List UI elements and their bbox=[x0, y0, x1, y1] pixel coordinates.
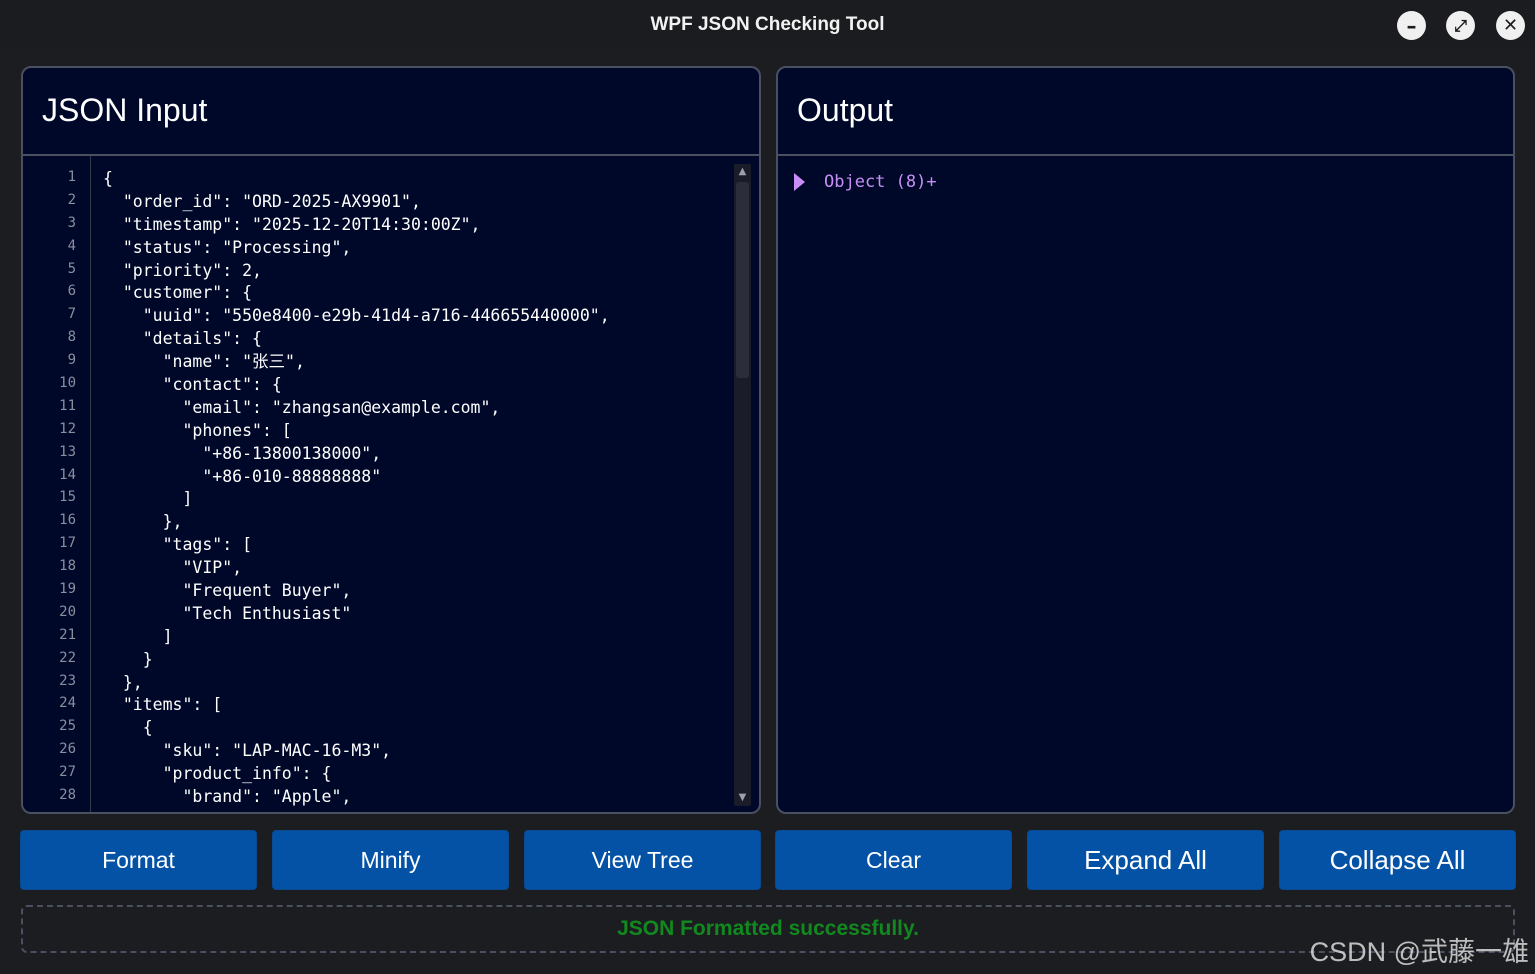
line-number: 14 bbox=[59, 466, 76, 483]
code-line: ] bbox=[103, 626, 173, 646]
json-input-panel: JSON Input 1 2 3 4 5 6 7 8 9 10 11 12 13 14 15 16 17 18 19… bbox=[21, 66, 761, 814]
line-number: 4 bbox=[67, 237, 76, 254]
code-line: "+86-13800138000", bbox=[103, 443, 382, 463]
expand-all-button[interactable]: Expand All bbox=[1027, 830, 1264, 890]
code-line: "contact": { bbox=[103, 375, 282, 395]
json-text-area[interactable]: { "order_id": "ORD-2025-AX9901", "timest… bbox=[91, 156, 759, 812]
close-icon[interactable]: ✕ bbox=[1496, 11, 1525, 40]
code-line: } bbox=[103, 649, 153, 669]
code-line: { bbox=[103, 718, 153, 738]
status-bar: JSON Formatted successfully. bbox=[21, 905, 1515, 953]
line-number: 6 bbox=[67, 283, 76, 300]
line-number: 8 bbox=[67, 329, 76, 346]
line-number: 5 bbox=[67, 260, 76, 277]
line-number: 21 bbox=[59, 626, 76, 643]
watermark: CSDN @武藤一雄 bbox=[1309, 937, 1529, 967]
view-tree-button[interactable]: View Tree bbox=[524, 830, 761, 890]
code-line: "uuid": "550e8400-e29b-41d4-a716-4466554… bbox=[103, 306, 610, 326]
clear-button[interactable]: Clear bbox=[775, 830, 1012, 890]
status-message: JSON Formatted successfully. bbox=[617, 917, 919, 940]
output-title: Output bbox=[778, 68, 1513, 156]
line-number: 9 bbox=[67, 352, 76, 369]
code-line: "Frequent Buyer", bbox=[103, 581, 352, 601]
line-number: 18 bbox=[59, 558, 76, 575]
code-line: "items": [ bbox=[103, 695, 223, 715]
code-line: "sku": "LAP-MAC-16-M3", bbox=[103, 741, 392, 761]
line-number: 10 bbox=[59, 375, 76, 392]
line-number: 28 bbox=[59, 787, 76, 804]
line-number: 17 bbox=[59, 535, 76, 552]
line-number: 16 bbox=[59, 512, 76, 529]
code-line: "Tech Enthusiast" bbox=[103, 603, 352, 623]
line-number: 19 bbox=[59, 581, 76, 598]
vertical-scrollbar[interactable]: ▲ ▼ bbox=[734, 164, 751, 806]
minimize-icon[interactable]: – bbox=[1397, 11, 1426, 40]
json-input-title: JSON Input bbox=[23, 68, 759, 156]
code-line: "brand": "Apple", bbox=[103, 787, 352, 807]
line-number: 13 bbox=[59, 443, 76, 460]
maximize-icon[interactable]: ⤢ bbox=[1446, 11, 1475, 40]
scroll-down-icon[interactable]: ▼ bbox=[734, 790, 751, 806]
line-number: 15 bbox=[59, 489, 76, 506]
code-line: ] bbox=[103, 489, 193, 509]
code-line: { bbox=[103, 169, 113, 188]
line-number: 25 bbox=[59, 718, 76, 735]
line-number: 3 bbox=[67, 214, 76, 231]
collapse-all-button[interactable]: Collapse All bbox=[1279, 830, 1516, 890]
line-number: 27 bbox=[59, 764, 76, 781]
line-number: 2 bbox=[67, 191, 76, 208]
line-number: 26 bbox=[59, 741, 76, 758]
code-line: "priority": 2, bbox=[103, 260, 262, 280]
format-button[interactable]: Format bbox=[20, 830, 257, 890]
line-number: 1 bbox=[67, 169, 76, 185]
code-line: "order_id": "ORD-2025-AX9901", bbox=[103, 191, 421, 211]
code-line: }, bbox=[103, 672, 143, 692]
code-line: "VIP", bbox=[103, 558, 243, 578]
line-number: 12 bbox=[59, 420, 76, 437]
line-number: 20 bbox=[59, 603, 76, 620]
scrollbar-thumb[interactable] bbox=[736, 182, 749, 378]
line-number: 11 bbox=[59, 397, 76, 414]
minify-button[interactable]: Minify bbox=[272, 830, 509, 890]
output-panel: Output Object (8)+ bbox=[776, 66, 1515, 814]
expand-arrow-icon[interactable] bbox=[794, 173, 805, 191]
code-line: "product_info": { bbox=[103, 764, 332, 784]
line-number: 22 bbox=[59, 649, 76, 666]
title-bar: WPF JSON Checking Tool – ⤢ ✕ bbox=[0, 0, 1535, 50]
code-line: "timestamp": "2025-12-20T14:30:00Z", bbox=[103, 214, 481, 234]
scroll-up-icon[interactable]: ▲ bbox=[734, 164, 751, 180]
line-number: 23 bbox=[59, 672, 76, 689]
code-line: "details": { bbox=[103, 329, 262, 349]
code-line: "name": "张三", bbox=[103, 352, 305, 372]
code-line: }, bbox=[103, 512, 183, 532]
code-line: "email": "zhangsan@example.com", bbox=[103, 397, 501, 417]
code-line: "tags": [ bbox=[103, 535, 253, 555]
tree-root-node[interactable]: Object (8)+ bbox=[794, 172, 937, 192]
window-title: WPF JSON Checking Tool bbox=[650, 14, 885, 35]
code-line: "phones": [ bbox=[103, 420, 292, 440]
code-line: "customer": { bbox=[103, 283, 253, 303]
code-line: "status": "Processing", bbox=[103, 237, 352, 257]
tree-root-label[interactable]: Object (8)+ bbox=[824, 172, 937, 192]
json-editor[interactable]: 1 2 3 4 5 6 7 8 9 10 11 12 13 14 15 16 17 18 19 20 21 22 23 24 2… bbox=[23, 156, 759, 812]
code-line: "+86-010-88888888" bbox=[103, 466, 382, 486]
line-number: 7 bbox=[67, 306, 76, 323]
line-number-gutter: 1 2 3 4 5 6 7 8 9 10 11 12 13 14 15 16 17 18 19 20 21 22 23 24 2… bbox=[23, 156, 91, 812]
line-number: 24 bbox=[59, 695, 76, 712]
